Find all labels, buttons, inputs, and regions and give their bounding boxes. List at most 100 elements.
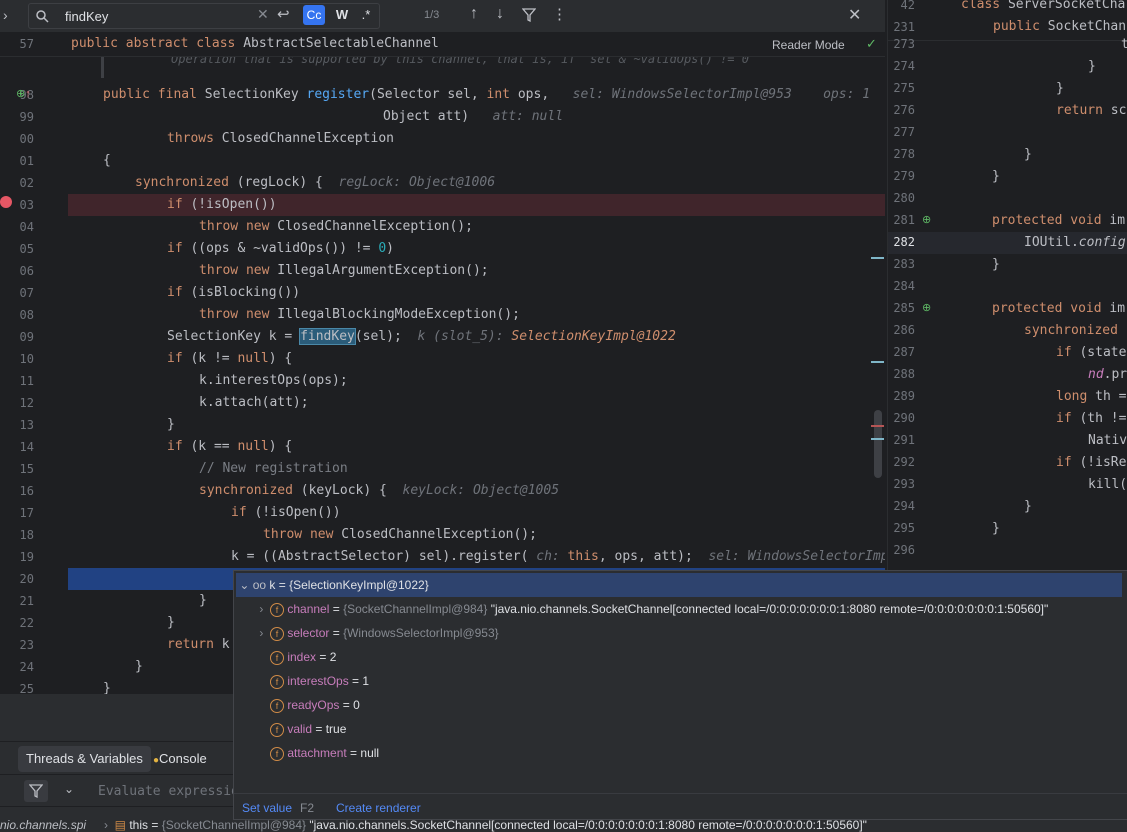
filter-button[interactable] <box>24 780 48 802</box>
code-line[interactable]: 04 throw new ClosedChannelException(); <box>0 216 885 238</box>
code-line[interactable]: 289 long th = <box>888 386 1127 408</box>
chevron-right-icon[interactable]: › <box>3 7 8 23</box>
code-line[interactable]: 03 if (!isOpen()) <box>20 194 885 216</box>
match-case-toggle[interactable]: Cc <box>303 5 325 25</box>
code-line[interactable]: 98 public final SelectionKey register(Sel… <box>0 84 885 106</box>
chevron-down-icon[interactable]: ⌄ <box>64 782 74 796</box>
code-line[interactable]: 16 synchronized (keyLock) { keyLock: Obje… <box>0 480 885 502</box>
code-line[interactable]: 07 if (isBlocking()) <box>0 282 885 304</box>
code-line[interactable]: 19 k = ((AbstractSelector) sel).register(… <box>0 546 885 568</box>
popup-field-row[interactable]: f interestOps = 1 <box>234 669 1124 693</box>
code-line[interactable]: 282 IOUtil.config <box>888 232 1127 254</box>
field-value: 0 <box>353 698 360 712</box>
code-line[interactable]: 295} <box>888 518 1127 540</box>
code-line[interactable]: 287 if (state <box>888 342 1127 364</box>
popup-field-row[interactable]: f readyOps = 0 <box>234 693 1124 717</box>
previous-match-icon[interactable]: ↑ <box>470 5 478 23</box>
code-line[interactable]: 273 t <box>888 34 1127 56</box>
field-icon: f <box>270 674 284 689</box>
close-find-icon[interactable]: ✕ <box>848 5 861 25</box>
code-line[interactable]: 13} <box>0 414 885 436</box>
code-line[interactable]: 09 SelectionKey k = findKey(sel); k (slot… <box>0 326 885 348</box>
code-line[interactable]: 279} <box>888 166 1127 188</box>
evaluate-expression-input[interactable]: Evaluate expression <box>98 784 247 799</box>
code-line[interactable]: 11 k.interestOps(ops); <box>0 370 885 392</box>
next-match-icon[interactable]: ↓ <box>496 5 504 23</box>
code-line[interactable]: 292 if (!isRe <box>888 452 1127 474</box>
popup-root-row[interactable]: ⌄ oo k = {SelectionKeyImpl@1022} <box>236 573 1122 597</box>
search-input[interactable] <box>63 6 247 26</box>
code-line[interactable]: 286 synchronized <box>888 320 1127 342</box>
expand-icon[interactable]: › <box>234 621 270 645</box>
tab-console[interactable]: ●Console <box>153 746 207 772</box>
code-line[interactable]: 296 <box>888 540 1127 562</box>
line-number: 08 <box>19 308 34 322</box>
code-line[interactable]: 284 <box>888 276 1127 298</box>
code-line[interactable]: 10 if (k != null) { <box>0 348 885 370</box>
words-toggle[interactable]: W <box>333 5 351 25</box>
regex-toggle[interactable]: .* <box>357 5 375 25</box>
variable-row-this[interactable]: › ▤ this = {SocketChannelImpl@984} "java… <box>104 818 867 832</box>
code-line[interactable]: 12 k.attach(att); <box>0 392 885 414</box>
code-line[interactable]: 17 if (!isOpen()) <box>0 502 885 524</box>
code-line[interactable]: 15 // New registration <box>0 458 885 480</box>
tab-threads-variables[interactable]: Threads & Variables <box>18 746 151 772</box>
more-options-icon[interactable]: ⋮ <box>552 5 567 23</box>
line-number: 295 <box>893 521 915 535</box>
editor-scrollbar[interactable] <box>874 410 882 478</box>
line-number: 10 <box>19 352 34 366</box>
popup-field-row[interactable]: f attachment = null <box>234 741 1124 765</box>
line-number: 292 <box>893 455 915 469</box>
code-line[interactable]: 276 return sc <box>888 100 1127 122</box>
code-line[interactable]: 08 throw new IllegalBlockingModeException… <box>0 304 885 326</box>
code-line[interactable]: 288 nd.pr <box>888 364 1127 386</box>
code-line[interactable]: 278} <box>888 144 1127 166</box>
implements-icon[interactable]: ⊕↑ <box>16 87 31 100</box>
filter-icon[interactable] <box>522 8 536 22</box>
newline-icon[interactable]: ↩ <box>277 5 290 23</box>
breakpoint-icon[interactable] <box>0 196 12 208</box>
field-type: {WindowsSelectorImpl@953} <box>343 626 502 640</box>
code-line[interactable]: 14 if (k == null) { <box>0 436 885 458</box>
override-icon[interactable]: ⊕ <box>922 301 931 314</box>
popup-field-row[interactable]: f valid = true <box>234 717 1124 741</box>
code-line[interactable]: 294} <box>888 496 1127 518</box>
secondary-editor[interactable]: 42 class ServerSocketCha 231 public SocketC… <box>887 0 1127 570</box>
code-line[interactable]: 291 Nativ <box>888 430 1127 452</box>
code-text: } <box>1024 147 1032 162</box>
code-line[interactable]: 06 throw new IllegalArgumentException(); <box>0 260 885 282</box>
code-line[interactable]: 280 <box>888 188 1127 210</box>
code-line[interactable]: 99 Object att) att: null <box>0 106 885 128</box>
search-icon[interactable] <box>35 9 51 23</box>
code-line[interactable]: 18 throw new ClosedChannelException(); <box>0 524 885 546</box>
code-text: synchronized (keyLock) { keyLock: Object… <box>199 483 560 498</box>
line-number: 291 <box>893 433 915 447</box>
code-line[interactable]: 01 { <box>0 150 885 172</box>
code-line[interactable]: 285 protected void im ⊕ <box>888 298 1127 320</box>
scroll-marker <box>871 257 884 259</box>
code-text: Nativ <box>1088 433 1127 448</box>
line-number: 25 <box>19 682 34 694</box>
code-line[interactable]: 05 if ((ops & ~validOps()) != 0) <box>0 238 885 260</box>
reader-mode-button[interactable]: Reader Mode <box>772 38 845 52</box>
code-line[interactable]: 283} <box>888 254 1127 276</box>
code-line[interactable]: 274} <box>888 56 1127 78</box>
popup-field-row[interactable]: f index = 2 <box>234 645 1124 669</box>
set-value-link[interactable]: Set value <box>242 801 292 815</box>
code-line[interactable]: 02 synchronized (regLock) { regLock: Obje… <box>0 172 885 194</box>
popup-field-row[interactable]: › f selector = {WindowsSelectorImpl@953} <box>234 621 1124 645</box>
code-line[interactable]: 290 if (th != <box>888 408 1127 430</box>
code-line[interactable]: 293 kill( <box>888 474 1127 496</box>
code-line[interactable]: 281 protected void im ⊕ <box>888 210 1127 232</box>
clear-icon[interactable]: ✕ <box>257 6 269 23</box>
code-line[interactable]: 00 throws ClosedChannelException <box>0 128 885 150</box>
line-number: 57 <box>19 37 34 51</box>
popup-field-row[interactable]: › f channel = {SocketChannelImpl@984} "j… <box>234 597 1124 621</box>
code-line[interactable]: 275} <box>888 78 1127 100</box>
frame-label[interactable]: nio.channels.spi <box>0 818 86 832</box>
expand-icon[interactable]: › <box>234 597 270 621</box>
code-line[interactable]: 277 <box>888 122 1127 144</box>
create-renderer-link[interactable]: Create renderer <box>336 801 421 815</box>
override-icon[interactable]: ⊕ <box>922 213 931 226</box>
